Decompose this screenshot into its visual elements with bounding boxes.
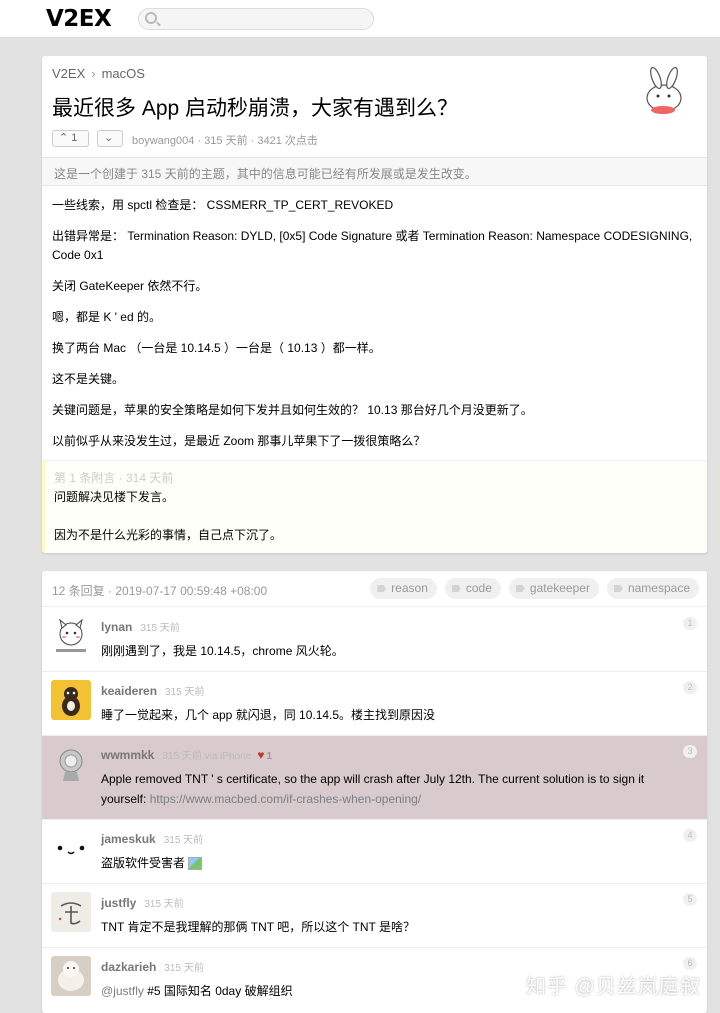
upvote-count: 1 <box>71 132 78 144</box>
reply-username: keaideren 315 天前 <box>101 683 205 698</box>
replies-header: 12 条回复 · 2019-07-17 00:59:48 +08:00 reas… <box>42 571 707 607</box>
username-link[interactable]: wwmmkk <box>101 748 154 762</box>
heart-icon[interactable]: ♥ <box>257 748 264 762</box>
search-input[interactable] <box>138 8 374 30</box>
reply-text-body: #5 国际知名 0day 破解组织 <box>143 984 293 998</box>
reply-number: 5 <box>683 893 697 906</box>
topic-title: 最近很多 App 启动秒崩溃，大家有遇到么？ <box>52 97 459 120</box>
tag-gatekeeper[interactable]: gatekeeper <box>508 578 599 599</box>
content-paragraph: 关键问题是，苹果的安全策略是如何下发并且如何生效的？ 10.13 那台好几个月没… <box>52 403 533 417</box>
username-link[interactable]: lynan <box>101 620 132 634</box>
topic-appendix: 第 1 条附言 · 314 天前 问题解决见楼下发言。 因为不是什么光彩的事情，… <box>42 460 707 553</box>
reply-number: 2 <box>683 681 697 694</box>
topic-box: V2EX › macOS 最近很多 App 启动秒崩溃，大家有遇到么？ ⌃ 1 ⌄ … <box>42 56 707 553</box>
breadcrumb: V2EX › macOS <box>52 66 145 81</box>
chevron-down-icon: ⌄ <box>104 132 114 144</box>
outdated-notice: 这是一个创建于 315 天前的主题，其中的信息可能已经有所发展或是发生改变。 <box>42 157 707 186</box>
breadcrumb-separator: › <box>91 66 96 81</box>
breadcrumb-home[interactable]: V2EX <box>52 66 85 81</box>
content-paragraph: 这不是关键。 <box>52 372 125 386</box>
tag-icon <box>613 585 623 592</box>
downvote-button[interactable]: ⌄ <box>97 130 123 147</box>
username-link[interactable]: keaideren <box>101 684 157 698</box>
tag-namespace[interactable]: namespace <box>606 578 699 599</box>
content-paragraph: 一些线索，用 spctl 检查是： CSSMERR_TP_CERT_REVOKE… <box>52 198 394 212</box>
appendix-line: 因为不是什么光彩的事情，自己点下沉了。 <box>54 528 283 542</box>
tag-reason[interactable]: reason <box>370 578 437 599</box>
reply-username: justfly 315 天前 <box>101 895 184 910</box>
reply-text: Apple removed TNT ' s certificate, so th… <box>101 769 691 809</box>
reply-item: justfly 315 天前 TNT 肯定不是我理解的那俩 TNT 吧，所以这个 … <box>42 884 707 948</box>
tag-icon <box>377 585 387 592</box>
breadcrumb-node[interactable]: macOS <box>102 66 145 81</box>
reply-text: 睡了一觉起来，几个 app 就闪退，同 10.14.5。楼主找到原因没 <box>101 708 436 722</box>
reply-username: wwmmkk 315 天前 via iPhone ♥ 1 <box>101 747 272 762</box>
reply-time: 315 天前 <box>163 835 204 846</box>
reply-item-highlighted: wwmmkk 315 天前 via iPhone ♥ 1 Apple removed … <box>42 736 707 820</box>
user-avatar[interactable] <box>51 744 91 784</box>
broken-image-icon <box>188 857 203 871</box>
author-avatar[interactable] <box>636 66 690 120</box>
reply-number: 6 <box>683 957 697 970</box>
reply-time: 315 天前 <box>144 899 184 910</box>
user-avatar[interactable] <box>51 828 91 868</box>
tag-label: reason <box>391 581 428 595</box>
mention-link[interactable]: @justfly <box>101 984 144 998</box>
reply-number: 4 <box>683 829 697 842</box>
chevron-up-icon: ⌃ <box>59 132 69 144</box>
site-logo[interactable]: V2EX <box>46 6 112 32</box>
reply-username: dazkarieh 315 天前 <box>101 959 204 974</box>
reply-time: 315 天前 <box>140 623 180 634</box>
reply-username: lynan 315 天前 <box>101 619 180 634</box>
reply-username: jameskuk 315 天前 <box>101 831 203 846</box>
content-paragraph: 以前似乎从来没发生过，是最近 Zoom 那事儿苹果下了一拨很策略么？ <box>52 434 426 448</box>
replies-box: 12 条回复 · 2019-07-17 00:59:48 +08:00 reas… <box>42 571 707 1013</box>
appendix-body: 问题解决见楼下发言。 因为不是什么光彩的事情，自己点下沉了。 <box>54 488 282 553</box>
content-paragraph: 换了两台 Mac （一台是 10.14.5 ）一台是（ 10.13 ）都一样。 <box>52 341 381 355</box>
user-avatar[interactable] <box>51 892 91 932</box>
user-avatar[interactable] <box>51 680 91 720</box>
topic-content: 一些线索，用 spctl 检查是： CSSMERR_TP_CERT_REVOKE… <box>52 196 697 463</box>
tag-code[interactable]: code <box>444 578 501 599</box>
user-avatar[interactable] <box>51 616 91 656</box>
reply-text: TNT 肯定不是我理解的那俩 TNT 吧，所以这个 TNT 是啥？ <box>101 920 415 934</box>
user-avatar[interactable] <box>51 956 91 996</box>
watermark: 知乎 @贝兹岚庭叙 <box>526 976 701 998</box>
username-link[interactable]: jameskuk <box>101 832 156 846</box>
reply-time: 315 天前 <box>164 963 204 974</box>
topic-meta: boywang004 · 315 天前 · 3421 次点击 <box>132 135 318 147</box>
tag-label: namespace <box>627 581 690 595</box>
content-paragraph: 出错异常是： Termination Reason: DYLD, [0x5] C… <box>52 229 693 262</box>
reply-item: keaideren 315 天前 睡了一觉起来，几个 app 就闪退，同 10.1… <box>42 672 707 736</box>
content-paragraph: 嗯，都是 K ' ed 的。 <box>52 310 161 324</box>
search-icon <box>145 12 157 24</box>
content-paragraph: 关闭 GateKeeper 依然不行。 <box>52 279 208 293</box>
reply-number: 3 <box>683 745 697 758</box>
reply-text: 盗版软件受害者 <box>101 853 691 873</box>
reply-text: 刚刚遇到了，我是 10.14.5，chrome 风火轮。 <box>101 644 344 658</box>
tag-label: gatekeeper <box>529 581 590 595</box>
username-link[interactable]: dazkarieh <box>101 960 156 974</box>
tag-icon <box>515 585 525 592</box>
reply-time: 315 天前 via iPhone <box>162 751 252 762</box>
tag-label: code <box>465 581 492 595</box>
appendix-header: 第 1 条附言 · 314 天前 <box>54 471 174 485</box>
reply-summary: 12 条回复 · 2019-07-17 00:59:48 +08:00 <box>52 584 268 598</box>
top-bar: V2EX <box>0 0 720 38</box>
upvote-button[interactable]: ⌃ 1 <box>52 130 89 147</box>
reply-number: 1 <box>683 617 697 630</box>
tag-icon <box>451 585 461 592</box>
reply-link[interactable]: https://www.macbed.com/if-crashes-when-o… <box>150 792 421 806</box>
reply-item: jameskuk 315 天前 盗版软件受害者 4 <box>42 820 707 884</box>
reply-item: lynan 315 天前 刚刚遇到了，我是 10.14.5，chrome 风火轮。… <box>42 608 707 672</box>
reply-text-body: 盗版软件受害者 <box>101 856 186 870</box>
tag-list: reason code gatekeeper namespace <box>370 578 699 599</box>
reply-time: 315 天前 <box>165 687 205 698</box>
appendix-line: 问题解决见楼下发言。 <box>54 490 175 504</box>
like-count: 1 <box>266 751 272 762</box>
username-link[interactable]: justfly <box>101 896 136 910</box>
